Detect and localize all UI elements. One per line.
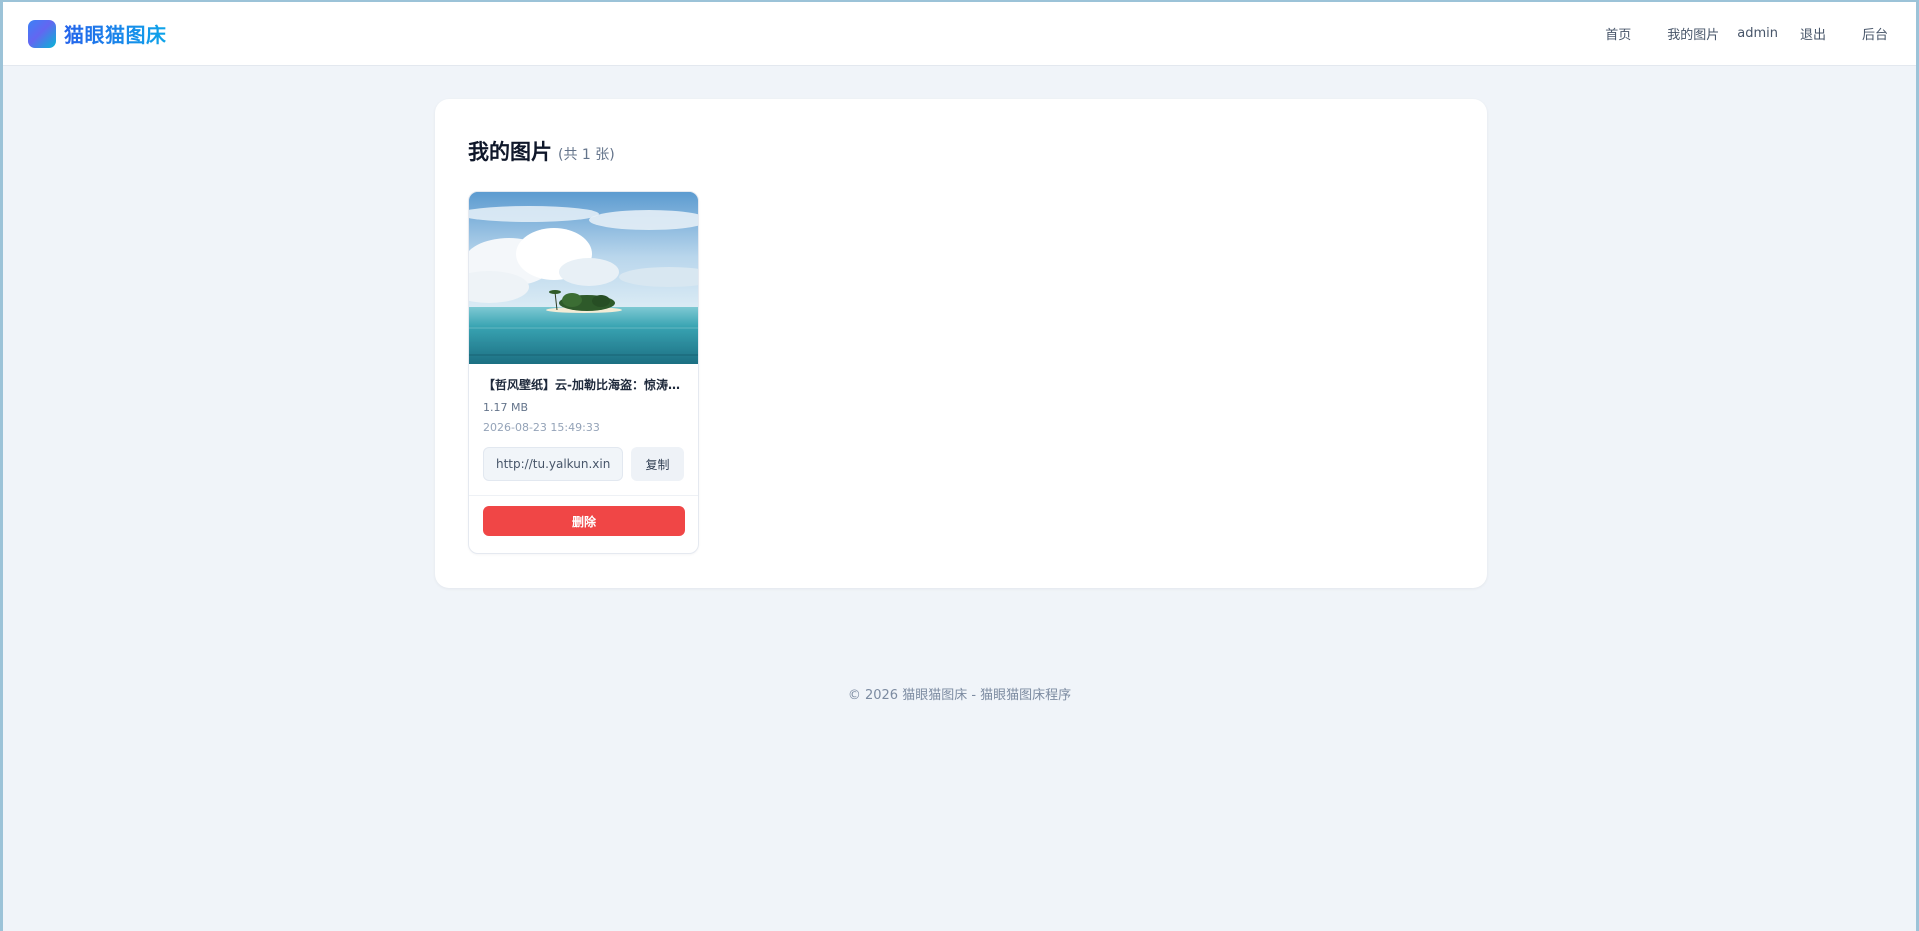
nav-admin-link[interactable]: 后台 — [1862, 24, 1888, 43]
my-images-panel: 我的图片 (共 1 张) 【哲风壁纸】云-加勒比海盗：惊涛怪浪 1.17 MB … — [435, 99, 1487, 588]
nav-home-link[interactable]: 首页 — [1605, 24, 1631, 43]
image-card: 【哲风壁纸】云-加勒比海盗：惊涛怪浪 1.17 MB 2026-08-23 15… — [468, 191, 699, 554]
nav-links: 首页 我的图片 admin 退出 后台 — [1605, 24, 1888, 43]
app-window: 猫眼猫图床 首页 我的图片 admin 退出 后台 我的图片 (共 1 张) 【… — [0, 0, 1919, 931]
nav-my-images-link[interactable]: 我的图片 — [1667, 24, 1719, 43]
delete-wrap: 删除 — [469, 496, 698, 536]
image-thumbnail[interactable] — [469, 192, 698, 364]
page-title-row: 我的图片 (共 1 张) — [468, 136, 615, 166]
brand[interactable]: 猫眼猫图床 — [28, 19, 167, 48]
nav-logout-link[interactable]: 退出 — [1800, 24, 1826, 43]
image-size: 1.17 MB — [483, 401, 529, 414]
image-url-input[interactable] — [483, 447, 623, 481]
island-image — [469, 192, 698, 364]
delete-button[interactable]: 删除 — [483, 506, 685, 536]
footer: © 2026 猫眼猫图床 - 猫眼猫图床程序 — [3, 684, 1916, 703]
image-count: (共 1 张) — [558, 147, 615, 163]
image-date: 2026-08-23 15:49:33 — [483, 421, 600, 434]
copy-button[interactable]: 复制 — [631, 447, 684, 481]
nav-user-link[interactable]: admin — [1737, 26, 1778, 41]
url-row: 复制 — [483, 447, 684, 481]
page-title: 我的图片 — [468, 140, 552, 164]
top-navbar: 猫眼猫图床 首页 我的图片 admin 退出 后台 — [3, 2, 1916, 66]
image-title: 【哲风壁纸】云-加勒比海盗：惊涛怪浪 — [483, 378, 686, 392]
logo-icon — [28, 19, 56, 48]
image-card-body: 【哲风壁纸】云-加勒比海盗：惊涛怪浪 1.17 MB 2026-08-23 15… — [469, 364, 698, 481]
brand-name: 猫眼猫图床 — [64, 19, 167, 48]
footer-text: © 2026 猫眼猫图床 - 猫眼猫图床程序 — [847, 688, 1072, 703]
